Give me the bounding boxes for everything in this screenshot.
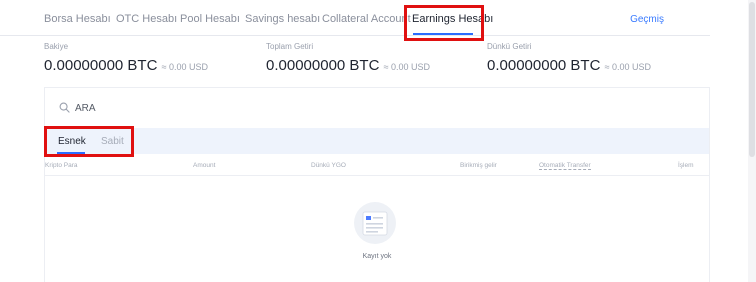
column-header-amount: Amount [193,162,216,169]
search-bar [45,88,709,128]
column-header-otomatik-transfer: Otomatik Transfer [539,162,591,170]
table-header: Kripto Para Amount Dünkü YGO Birikmiş ge… [45,154,709,176]
account-tabs: Borsa Hesabı OTC Hesabı Pool Hesabı Savi… [0,0,710,36]
yesterday-earnings-value-row: 0.00000000 BTC ≈ 0.00 USD [487,57,651,74]
scrollbar[interactable] [748,0,756,282]
balance-value: 0.00000000 BTC [44,57,158,74]
active-tab-indicator [413,33,473,35]
tab-borsa-hesabi[interactable]: Borsa Hesabı [44,13,111,25]
earnings-panel: Esnek Sabit Kripto Para Amount Dünkü YGO… [44,87,710,282]
balance-usd: ≈ 0.00 USD [161,62,209,72]
empty-state-text: Kayıt yok [362,253,392,260]
tab-pool-hesabi[interactable]: Pool Hesabı [180,13,240,25]
subtab-esnek[interactable]: Esnek [58,136,86,147]
search-input[interactable] [75,98,375,118]
subtab-sabit[interactable]: Sabit [101,136,124,147]
yesterday-earnings-label: Dünkü Getiri [487,42,532,51]
total-earnings-value: 0.00000000 BTC [266,57,380,74]
history-link[interactable]: Geçmiş [630,14,664,25]
tab-otc-hesabi[interactable]: OTC Hesabı [116,13,177,25]
tab-savings-hesabi[interactable]: Savings hesabı [245,13,320,25]
total-earnings-usd: ≈ 0.00 USD [383,62,431,72]
column-header-birikmis-gelir: Birikmiş gelir [460,162,497,169]
balance-value-row: 0.00000000 BTC ≈ 0.00 USD [44,57,208,74]
product-type-tabs: Esnek Sabit [45,128,709,154]
search-icon [59,102,70,113]
column-header-islem: İşlem [678,162,694,169]
total-earnings-label: Toplam Getiri [266,42,314,51]
tab-collateral-account[interactable]: Collateral Account [322,13,411,25]
total-earnings-value-row: 0.00000000 BTC ≈ 0.00 USD [266,57,430,74]
empty-document-icon [354,202,396,244]
column-header-dunku-ygo: Dünkü YGO [311,162,346,169]
column-header-kripto-para: Kripto Para [45,162,78,169]
scrollbar-thumb[interactable] [749,2,755,157]
yesterday-earnings-usd: ≈ 0.00 USD [604,62,652,72]
tab-earnings-hesabi[interactable]: Earnings Hesabı [412,13,493,25]
balance-label: Bakiye [44,42,69,51]
yesterday-earnings-value: 0.00000000 BTC [487,57,601,74]
